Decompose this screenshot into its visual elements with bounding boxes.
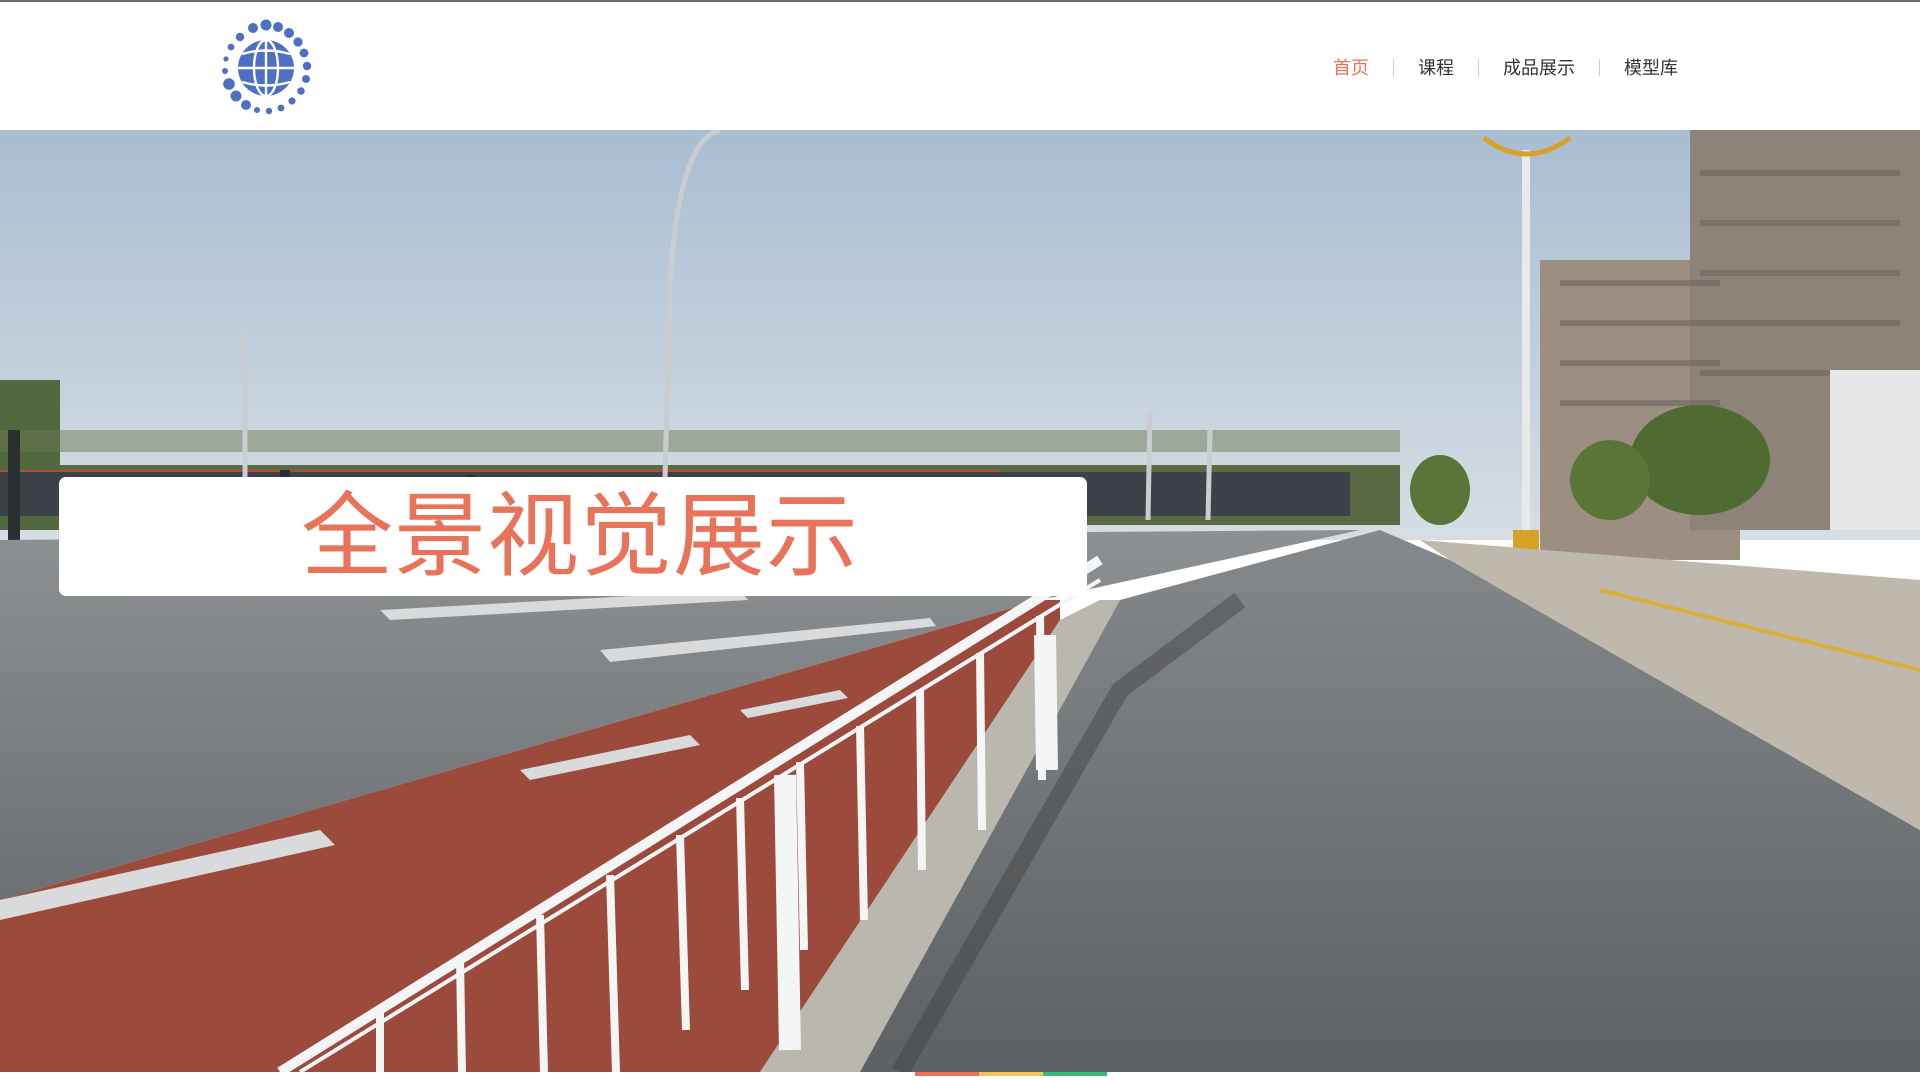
main-nav: 首页 课程 成品展示 模型库 — [1333, 54, 1678, 80]
slide-indicator-2[interactable] — [979, 1072, 1043, 1076]
hero-title: 全景视觉展示 — [301, 483, 860, 590]
slide-indicator-3[interactable] — [1043, 1072, 1107, 1076]
hero-title-card: 全景视觉展示 — [59, 477, 1087, 596]
slider-indicators — [915, 1072, 1107, 1076]
panoramic-street-photo — [0, 130, 1920, 1072]
nav-item-model-library[interactable]: 模型库 — [1624, 54, 1678, 80]
slide-indicator-1[interactable] — [915, 1072, 979, 1076]
site-header: 首页 课程 成品展示 模型库 — [0, 2, 1920, 128]
nav-item-courses[interactable]: 课程 — [1418, 54, 1454, 80]
globe-dots-logo[interactable] — [218, 19, 314, 117]
nav-divider — [1478, 58, 1479, 76]
nav-item-showcase[interactable]: 成品展示 — [1503, 54, 1575, 80]
hero-banner[interactable]: 全景视觉展示 — [0, 130, 1920, 1072]
nav-divider — [1599, 58, 1600, 76]
nav-item-home[interactable]: 首页 — [1333, 54, 1369, 80]
nav-divider — [1393, 58, 1394, 76]
